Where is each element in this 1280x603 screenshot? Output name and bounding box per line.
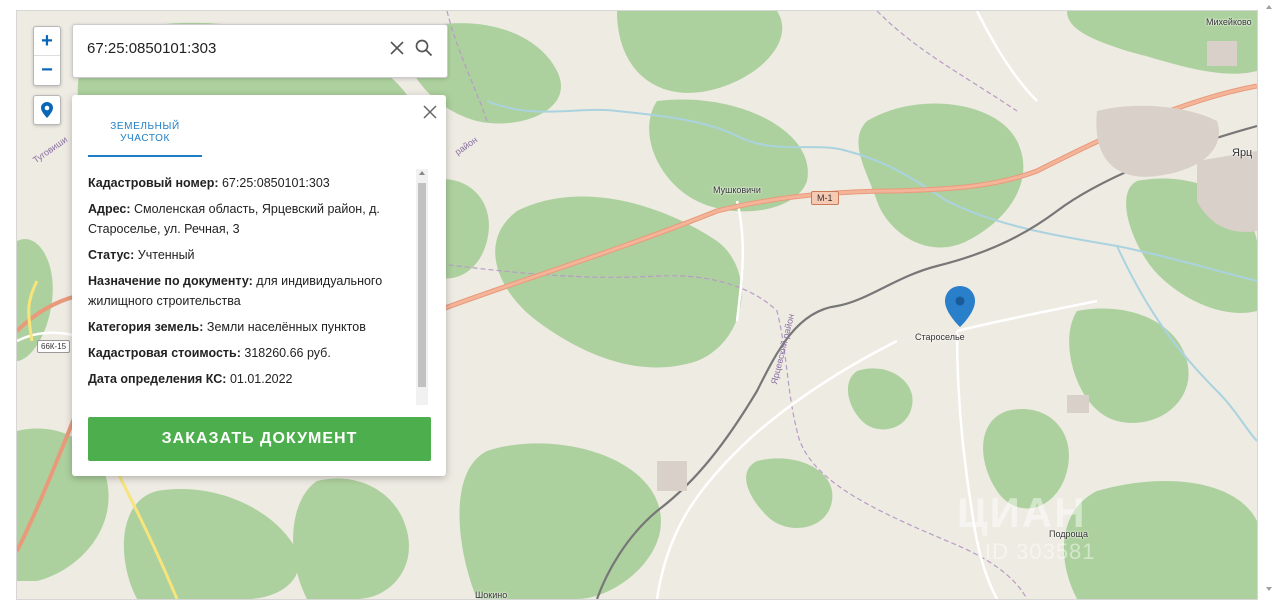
- search-icon[interactable]: [415, 39, 433, 57]
- details-scrollbar[interactable]: [416, 169, 428, 405]
- close-icon[interactable]: [389, 40, 405, 56]
- detail-row-land-category: Категория земель: Земли населённых пункт…: [88, 320, 366, 334]
- scrollbar-thumb[interactable]: [418, 183, 426, 387]
- place-label-yartsevo: Ярц: [1232, 147, 1253, 159]
- scroll-up-icon[interactable]: [419, 171, 425, 175]
- location-marker: [945, 286, 975, 327]
- detail-row-cadastral-value: Кадастровая стоимость: 318260.66 руб.: [88, 346, 331, 360]
- page-scrollbar[interactable]: [1258, 0, 1280, 603]
- order-document-button[interactable]: ЗАКАЗАТЬ ДОКУМЕНТ: [88, 417, 431, 461]
- place-label-mikheykovo: Михейково: [1206, 17, 1252, 27]
- place-label-mushkovichi: Мушковичи: [713, 185, 761, 195]
- search-input[interactable]: [85, 39, 379, 58]
- zoom-out-button[interactable]: −: [34, 55, 60, 84]
- zoom-in-button[interactable]: +: [34, 27, 60, 55]
- zoom-control: + −: [33, 26, 61, 86]
- location-pin-icon: [41, 102, 53, 118]
- parcel-info-panel: ЗЕМЕЛЬНЫЙ УЧАСТОК Кадастровый номер: 67:…: [72, 95, 446, 476]
- detail-row-cadastral-number: Кадастровый номер: 67:25:0850101:303: [88, 176, 330, 190]
- tab-underline: [88, 155, 202, 157]
- place-label-shokino: Шокино: [475, 590, 508, 600]
- parcel-details: Кадастровый номер: 67:25:0850101:303 Адр…: [88, 173, 404, 405]
- watermark: ЦИАН: [957, 489, 1087, 536]
- watermark-id: ID 303581: [985, 539, 1096, 564]
- detail-row-status: Статус: Учтенный: [88, 248, 195, 262]
- detail-row-purpose: Назначение по документу: для индивидуаль…: [88, 274, 383, 308]
- detail-row-address: Адрес: Смоленская область, Ярцевский рай…: [88, 202, 380, 236]
- place-label-staroselye: Староселье: [915, 332, 965, 342]
- road-shield-m1: М-1: [811, 191, 839, 205]
- road-shield-66k: 66К-15: [37, 340, 71, 353]
- locate-button[interactable]: [33, 95, 61, 125]
- close-icon[interactable]: [421, 103, 439, 121]
- tab-land-plot[interactable]: ЗЕМЕЛЬНЫЙ УЧАСТОК: [88, 121, 202, 145]
- detail-row-valuation-date: Дата определения КС: 01.01.2022: [88, 372, 293, 386]
- search-box: [72, 24, 448, 78]
